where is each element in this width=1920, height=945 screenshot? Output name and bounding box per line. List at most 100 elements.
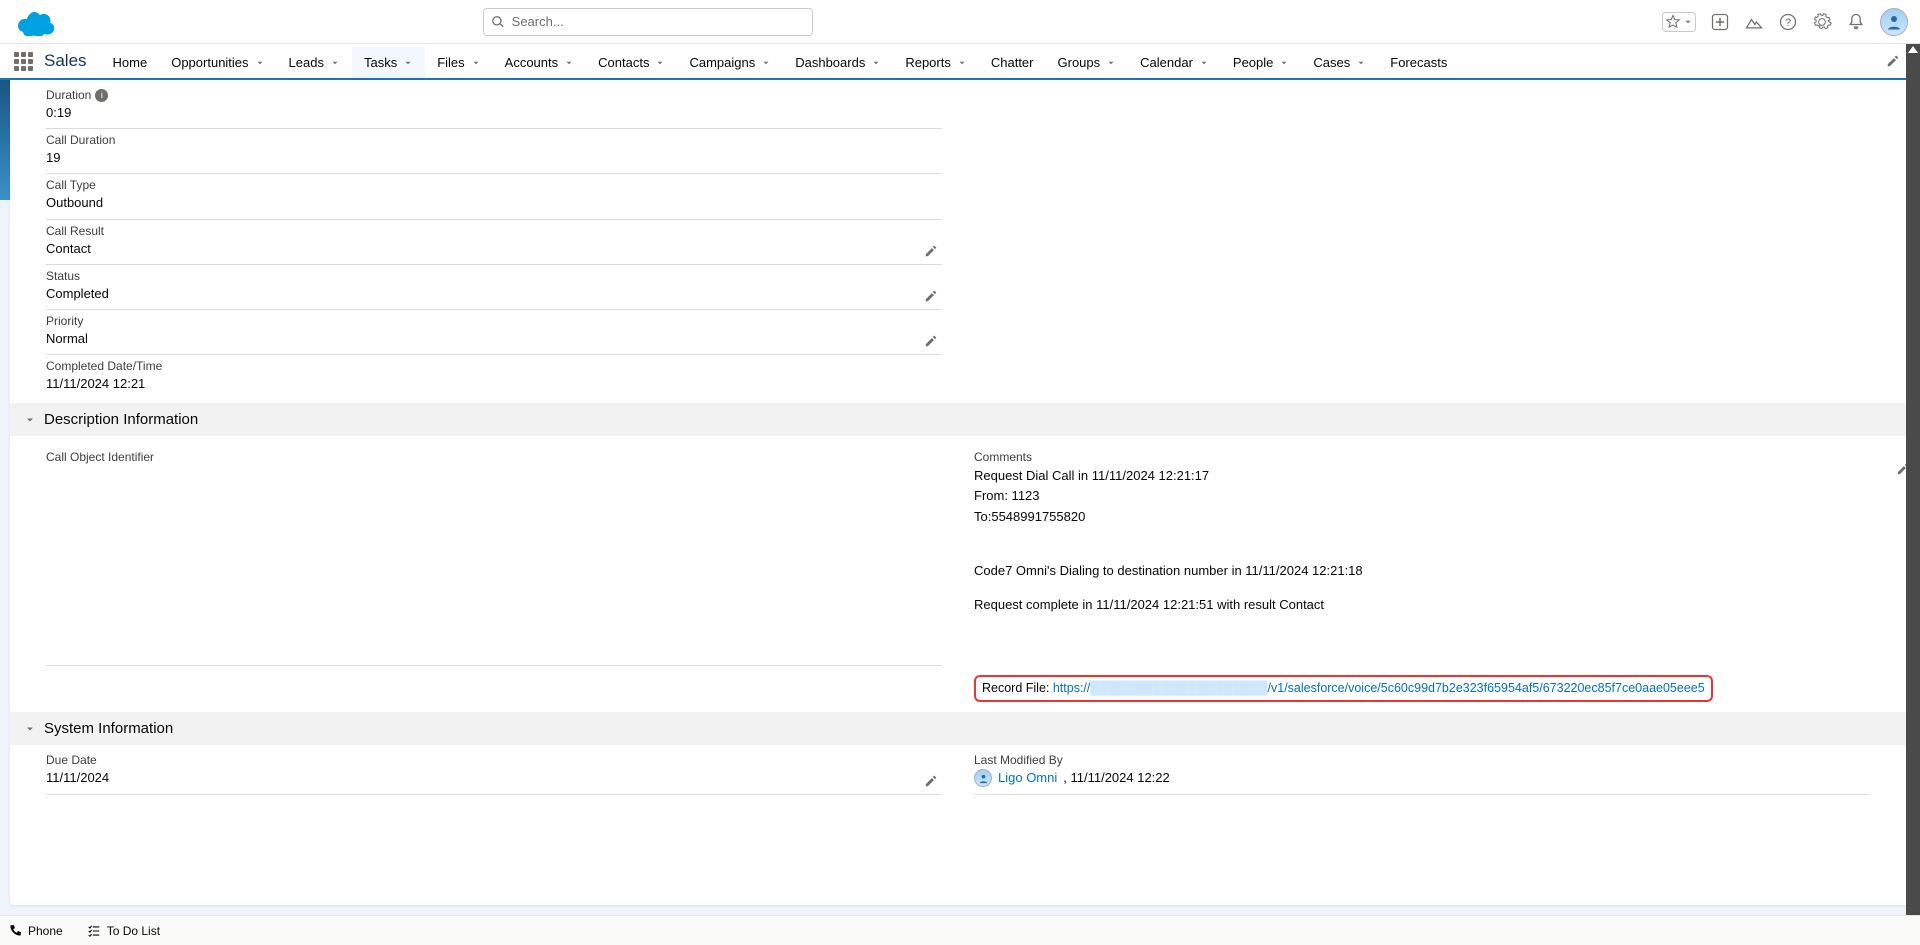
- user-avatar[interactable]: [1880, 8, 1908, 36]
- notifications-icon[interactable]: [1846, 12, 1866, 32]
- nav-item-label: Leads: [289, 55, 324, 70]
- field-duration: Durationi 0:19: [46, 84, 942, 129]
- nav-item-label: Tasks: [364, 55, 397, 70]
- search-input[interactable]: [483, 8, 813, 36]
- comments-line: Code7 Omni's Dialing to destination numb…: [974, 561, 1840, 581]
- nav-item-files[interactable]: Files: [425, 44, 492, 78]
- call-obj-id-label: Call Object Identifier: [46, 440, 942, 464]
- chevron-down-icon: [1356, 58, 1366, 68]
- help-icon[interactable]: ?: [1778, 12, 1798, 32]
- nav-item-label: Groups: [1058, 55, 1101, 70]
- header-actions: ?: [1662, 8, 1908, 36]
- salesforce-logo[interactable]: [18, 8, 58, 36]
- record-file-label: Record File:: [982, 681, 1053, 695]
- lmb-value: Ligo Omni , 11/11/2024 12:22: [974, 769, 1846, 787]
- chevron-down-icon: [255, 58, 265, 68]
- nav-item-label: Cases: [1313, 55, 1350, 70]
- record-detail-panel: Durationi 0:19 Call Duration 19 Call Typ…: [10, 80, 1910, 905]
- chevron-down-icon: [871, 58, 881, 68]
- info-icon[interactable]: i: [95, 89, 108, 102]
- nav-item-label: Contacts: [598, 55, 649, 70]
- nav-item-home[interactable]: Home: [101, 44, 160, 78]
- phone-icon: [8, 924, 22, 938]
- nav-item-label: Campaigns: [689, 55, 755, 70]
- nav-item-reports[interactable]: Reports: [893, 44, 979, 78]
- utility-phone[interactable]: Phone: [8, 924, 63, 938]
- chevron-down-icon: [655, 58, 665, 68]
- edit-icon[interactable]: [924, 334, 938, 348]
- star-icon: [1665, 14, 1681, 30]
- status-value: Completed: [46, 283, 942, 307]
- nav-item-label: Reports: [905, 55, 951, 70]
- duration-label: Duration: [46, 88, 91, 102]
- comments-line: To:5548991755820: [974, 507, 1840, 527]
- lmb-suffix: , 11/11/2024 12:22: [1063, 769, 1170, 787]
- utility-bar: Phone To Do List: [0, 915, 1920, 945]
- waffle-icon: [14, 52, 33, 71]
- nav-edit-pencil[interactable]: [1880, 44, 1906, 78]
- trailhead-icon[interactable]: [1744, 12, 1764, 32]
- section-description-title: Description Information: [44, 411, 198, 428]
- section-system[interactable]: System Information: [10, 712, 1910, 745]
- comments-line: Request complete in 11/11/2024 12:21:51 …: [974, 595, 1840, 615]
- nav-item-campaigns[interactable]: Campaigns: [677, 44, 783, 78]
- nav-item-groups[interactable]: Groups: [1046, 44, 1129, 78]
- app-launcher-button[interactable]: [10, 44, 36, 78]
- due-date-label: Due Date: [46, 753, 942, 767]
- section-system-title: System Information: [44, 720, 173, 737]
- app-nav: Sales Home Opportunities Leads Tasks Files Ac…: [0, 44, 1920, 80]
- page-body: Durationi 0:19 Call Duration 19 Call Typ…: [0, 80, 1920, 915]
- desc-left: Call Object Identifier: [10, 436, 962, 708]
- checklist-icon: [87, 924, 101, 938]
- comments-value: Request Dial Call in 11/11/2024 12:21:17…: [974, 464, 1870, 708]
- right-column-upper: [962, 80, 1910, 399]
- utility-phone-label: Phone: [28, 924, 63, 938]
- field-status: Status Completed: [46, 265, 942, 310]
- right-panel-collapse[interactable]: [1906, 44, 1920, 915]
- field-call-duration: Call Duration 19: [46, 129, 942, 174]
- chevron-down-icon: [330, 58, 340, 68]
- nav-item-label: Home: [113, 55, 148, 70]
- nav-item-label: People: [1233, 55, 1273, 70]
- triangle-up-icon: [1908, 46, 1918, 53]
- field-call-type: Call Type Outbound: [46, 174, 942, 219]
- setup-gear-icon[interactable]: [1812, 12, 1832, 32]
- nav-item-tasks[interactable]: Tasks: [352, 44, 425, 78]
- section-description[interactable]: Description Information: [10, 403, 1910, 436]
- nav-item-accounts[interactable]: Accounts: [493, 44, 586, 78]
- completed-dt-value: 11/11/2024 12:21: [46, 373, 942, 397]
- comments-label: Comments: [974, 440, 1870, 464]
- svg-text:?: ?: [1785, 17, 1791, 29]
- user-avatar-small: [974, 769, 992, 787]
- chevron-down-icon: [471, 58, 481, 68]
- nav-item-cases[interactable]: Cases: [1301, 44, 1378, 78]
- chevron-down-icon: [761, 58, 771, 68]
- desc-right: Comments Request Dial Call in 11/11/2024…: [962, 436, 1910, 708]
- edit-icon[interactable]: [924, 244, 938, 258]
- nav-item-leads[interactable]: Leads: [277, 44, 352, 78]
- utility-todo[interactable]: To Do List: [87, 924, 160, 938]
- search-icon: [491, 15, 505, 29]
- nav-item-calendar[interactable]: Calendar: [1128, 44, 1221, 78]
- edit-icon[interactable]: [924, 774, 938, 788]
- chevron-down-icon: [1683, 14, 1693, 30]
- nav-item-contacts[interactable]: Contacts: [586, 44, 677, 78]
- nav-item-people[interactable]: People: [1221, 44, 1301, 78]
- field-priority: Priority Normal: [46, 310, 942, 355]
- nav-item-opportunities[interactable]: Opportunities: [159, 44, 276, 78]
- plus-icon[interactable]: [1710, 12, 1730, 32]
- chevron-down-icon: [1199, 58, 1209, 68]
- nav-item-label: Accounts: [505, 55, 558, 70]
- chevron-down-icon: [24, 414, 36, 426]
- favorites-button[interactable]: [1662, 12, 1696, 32]
- edit-icon[interactable]: [924, 289, 938, 303]
- call-duration-value: 19: [46, 147, 942, 171]
- lmb-user-link[interactable]: Ligo Omni: [998, 769, 1057, 787]
- record-file-link[interactable]: https://████████████████████/v1/salesfor…: [1053, 681, 1705, 695]
- priority-label: Priority: [46, 314, 942, 328]
- nav-item-dashboards[interactable]: Dashboards: [783, 44, 893, 78]
- sys-left: Due Date 11/11/2024: [10, 745, 962, 794]
- nav-item-chatter[interactable]: Chatter: [979, 44, 1046, 78]
- app-name: Sales: [36, 44, 101, 78]
- nav-item-forecasts[interactable]: Forecasts: [1378, 44, 1459, 78]
